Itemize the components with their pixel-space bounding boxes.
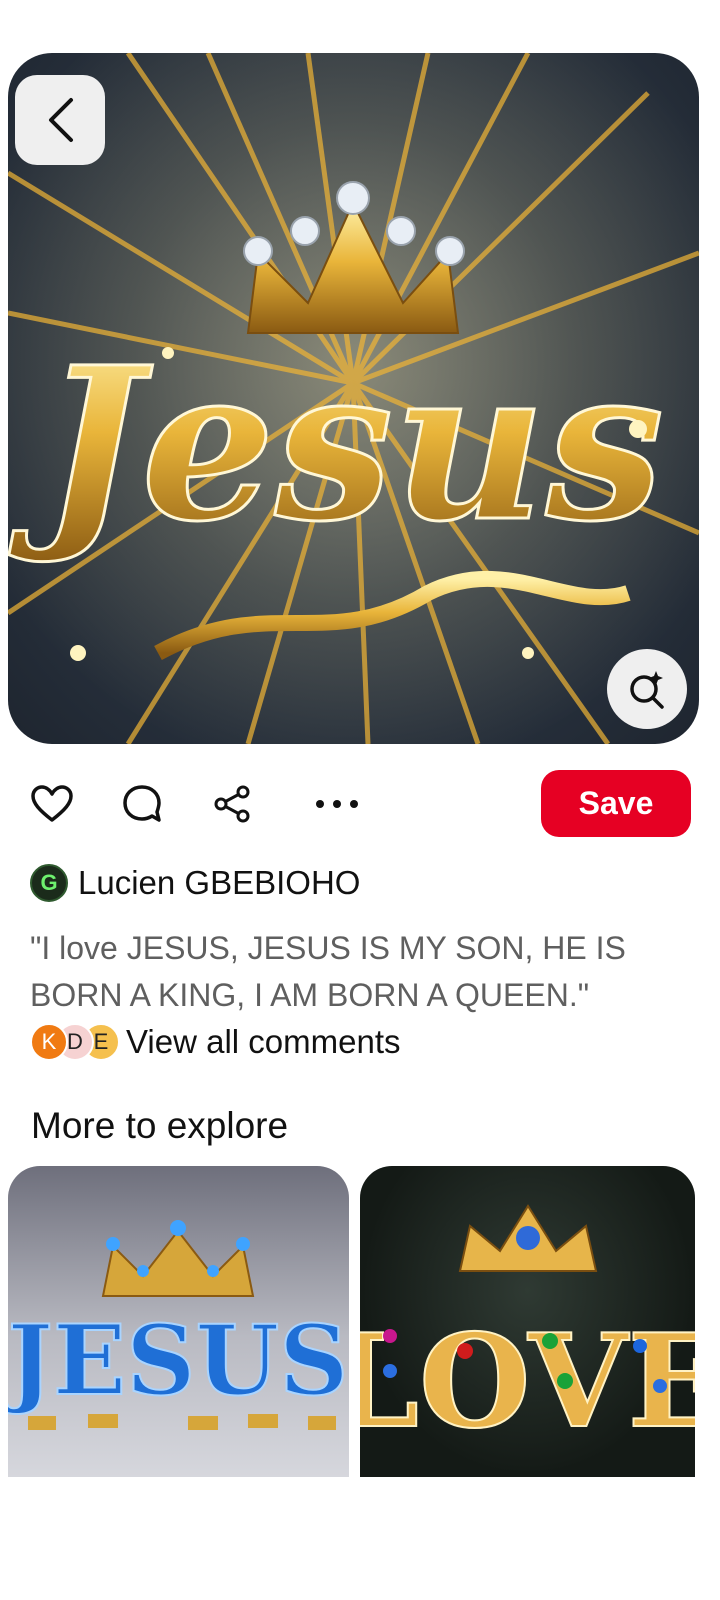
pin-image-art: Jesus <box>8 53 699 744</box>
creator-row[interactable]: G Lucien GBEBIOHO <box>30 862 360 904</box>
share-icon <box>214 785 250 823</box>
comment-button[interactable] <box>120 782 164 826</box>
visual-search-button[interactable] <box>607 649 687 729</box>
explore-pin[interactable]: JESUS <box>8 1166 349 1477</box>
pin-description: "I love JESUS, JESUS IS MY SON, HE IS BO… <box>30 930 626 1013</box>
share-button[interactable] <box>210 782 254 826</box>
creator-name[interactable]: Lucien GBEBIOHO <box>78 864 360 902</box>
commenter-avatar: K <box>30 1023 68 1061</box>
explore-pin-image: LOVE <box>360 1204 695 1458</box>
visual-search-icon <box>630 671 664 709</box>
heart-icon <box>31 785 73 822</box>
more-options-button[interactable] <box>315 782 359 826</box>
view-all-comments-link[interactable]: View all comments <box>126 1020 401 1064</box>
chevron-left-icon <box>49 98 73 142</box>
more-icon <box>316 800 358 808</box>
like-button[interactable] <box>30 782 74 826</box>
back-button[interactable] <box>15 75 105 165</box>
explore-pin[interactable]: LOVE <box>360 1166 695 1477</box>
pin-image[interactable]: Jesus <box>8 53 699 744</box>
explore-pin-word: LOVE <box>360 1307 695 1457</box>
explore-pin-word: JESUS <box>8 1304 348 1417</box>
explore-pin-image: JESUS <box>8 1220 349 1430</box>
section-title: More to explore <box>31 1105 289 1146</box>
comment-icon <box>123 785 161 822</box>
pin-image-word: Jesus <box>8 321 664 568</box>
save-button[interactable]: Save <box>541 770 691 837</box>
avatar[interactable]: G <box>30 864 68 902</box>
